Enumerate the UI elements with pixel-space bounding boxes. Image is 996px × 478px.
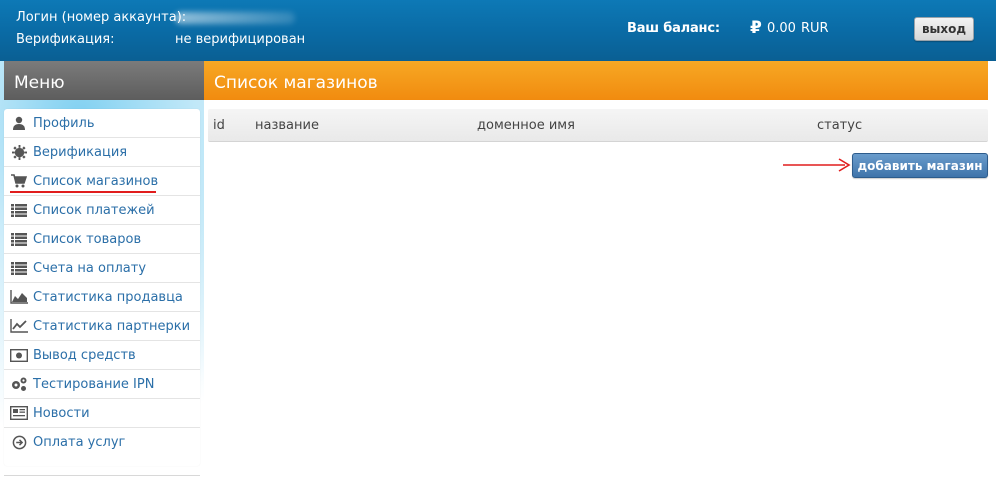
annotation-arrow — [783, 158, 851, 172]
list-icon — [9, 202, 29, 218]
logout-button[interactable]: выход — [914, 17, 974, 41]
gear-badge-icon — [9, 144, 29, 160]
login-label: Логин (номер аккаунта): — [16, 10, 187, 25]
sidebar-item-invoices[interactable]: Счета на оплату — [4, 254, 200, 283]
verification-status: не верифицирован — [175, 32, 306, 47]
line-chart-icon — [9, 318, 29, 334]
area-chart-icon — [9, 289, 29, 305]
sidebar-item-label: Оплата услуг — [33, 435, 126, 450]
list-icon — [9, 231, 29, 247]
sidebar-item-label: Верификация — [33, 144, 128, 160]
sidebar-item-seller-stats[interactable]: Статистика продавца — [4, 283, 200, 312]
shops-table-header: id название доменное имя статус — [208, 109, 988, 142]
page-title: Список магазинов — [204, 61, 988, 100]
column-header-name[interactable]: название — [255, 118, 319, 133]
annotation-underline — [10, 191, 156, 193]
sidebar-item-verification[interactable]: Верификация — [4, 138, 200, 167]
sidebar-item-payments[interactable]: Список платежей — [4, 196, 200, 225]
add-shop-button[interactable]: добавить магазин — [852, 153, 988, 178]
sidebar-item-service-payment[interactable]: Оплата услуг — [4, 428, 200, 457]
cart-icon — [9, 173, 29, 189]
balance-label: Ваш баланс: — [627, 21, 720, 36]
ruble-icon: ₽ — [750, 18, 762, 38]
column-header-domain[interactable]: доменное имя — [477, 118, 575, 133]
sidebar-item-profile[interactable]: Профиль — [4, 109, 200, 138]
user-icon — [9, 115, 29, 131]
sidebar-item-news[interactable]: Новости — [4, 399, 200, 428]
top-header: Логин (номер аккаунта): Верификация: не … — [0, 0, 996, 61]
column-header-status[interactable]: статус — [817, 118, 862, 133]
sidebar-item-label: Статистика партнерки — [33, 318, 191, 334]
sidebar-item-label: Новости — [33, 405, 90, 421]
sidebar-item-label: Список магазинов — [33, 173, 159, 189]
sidebar-item-label: Тестирование IPN — [33, 376, 155, 392]
verification-label: Верификация: — [16, 32, 115, 47]
sidebar-item-label: Вывод средств — [33, 347, 136, 363]
sidebar-item-ipn-test[interactable]: Тестирование IPN — [4, 370, 200, 399]
sidebar-item-label: Список платежей — [33, 202, 155, 218]
sidebar-item-withdrawal[interactable]: Вывод средств — [4, 341, 200, 370]
sidebar-item-label: Список товаров — [33, 231, 142, 247]
balance-currency: RUR — [801, 21, 829, 36]
sidebar-item-affiliate-stats[interactable]: Статистика партнерки — [4, 312, 200, 341]
column-header-id[interactable]: id — [213, 118, 225, 133]
sidebar-menu: Профиль Верификация Список магазинов Спи… — [4, 109, 200, 466]
menu-title: Меню — [4, 61, 204, 100]
banknote-icon — [9, 347, 29, 363]
circle-arrow-icon — [9, 435, 29, 451]
login-value-redacted — [175, 12, 295, 24]
balance-amount: 0.00 — [767, 21, 796, 36]
sidebar-item-label: Статистика продавца — [33, 289, 183, 305]
sidebar-item-shops[interactable]: Список магазинов — [4, 167, 200, 196]
list-icon — [9, 260, 29, 276]
menu-footer-divider — [4, 475, 200, 476]
newspaper-icon — [9, 405, 29, 421]
sidebar-item-products[interactable]: Список товаров — [4, 225, 200, 254]
cogs-icon — [9, 376, 29, 392]
sidebar-item-label: Профиль — [33, 115, 95, 131]
sidebar-item-label: Счета на оплату — [33, 260, 147, 276]
